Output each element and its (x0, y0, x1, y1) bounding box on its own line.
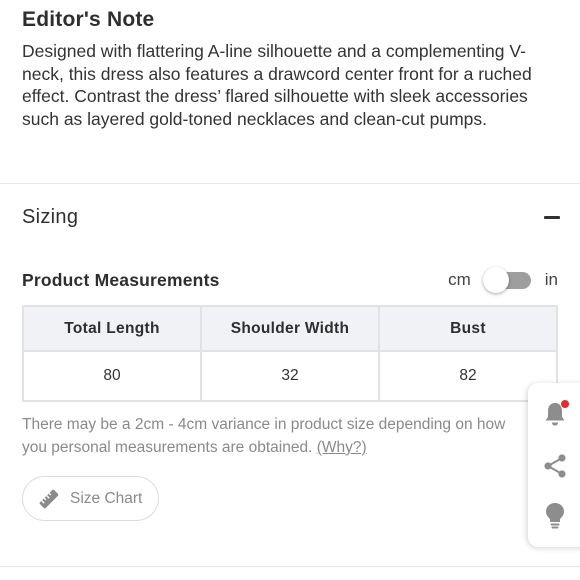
bottom-divider (0, 566, 580, 567)
sizing-accordion-header[interactable]: Sizing (22, 202, 560, 232)
product-measurements-title: Product Measurements (22, 269, 220, 290)
table-header-row: Total Length Shoulder Width Bust (22, 305, 558, 352)
share-icon[interactable] (541, 451, 569, 481)
variance-note: There may be a 2cm - 4cm variance in pro… (22, 413, 522, 459)
why-link[interactable]: (Why?) (317, 439, 367, 456)
variance-text: There may be a 2cm - 4cm variance in pro… (22, 416, 506, 456)
bell-icon[interactable] (541, 399, 569, 429)
switch-knob[interactable] (482, 267, 509, 293)
sizing-title: Sizing (22, 205, 79, 228)
section-divider (0, 183, 580, 184)
notification-dot (561, 400, 569, 408)
floating-action-bar (528, 383, 580, 547)
table-cell: 80 (22, 350, 202, 402)
unit-toggle: cm in (448, 267, 558, 293)
table-row: 80 32 82 (22, 350, 558, 402)
size-chart-button[interactable]: Size Chart (22, 476, 159, 521)
product-measurements-row: Product Measurements cm in (22, 265, 558, 295)
ruler-icon (38, 488, 60, 510)
measurements-table: Total Length Shoulder Width Bust 80 32 8… (22, 305, 558, 402)
table-header-cell: Shoulder Width (200, 305, 380, 352)
table-cell: 32 (200, 350, 380, 402)
unit-switch[interactable] (482, 267, 533, 293)
minus-icon[interactable] (544, 215, 560, 219)
editors-note-body: Designed with flattering A-line silhouet… (22, 41, 532, 129)
lightbulb-icon[interactable] (541, 501, 569, 531)
size-chart-label: Size Chart (70, 489, 143, 507)
unit-label-in[interactable]: in (545, 270, 558, 290)
unit-label-cm[interactable]: cm (448, 270, 471, 290)
editors-note-section: Editor's Note Designed with flattering A… (22, 8, 562, 130)
table-header-cell: Bust (378, 305, 558, 352)
editors-note-title: Editor's Note (22, 8, 155, 31)
table-header-cell: Total Length (22, 305, 202, 352)
